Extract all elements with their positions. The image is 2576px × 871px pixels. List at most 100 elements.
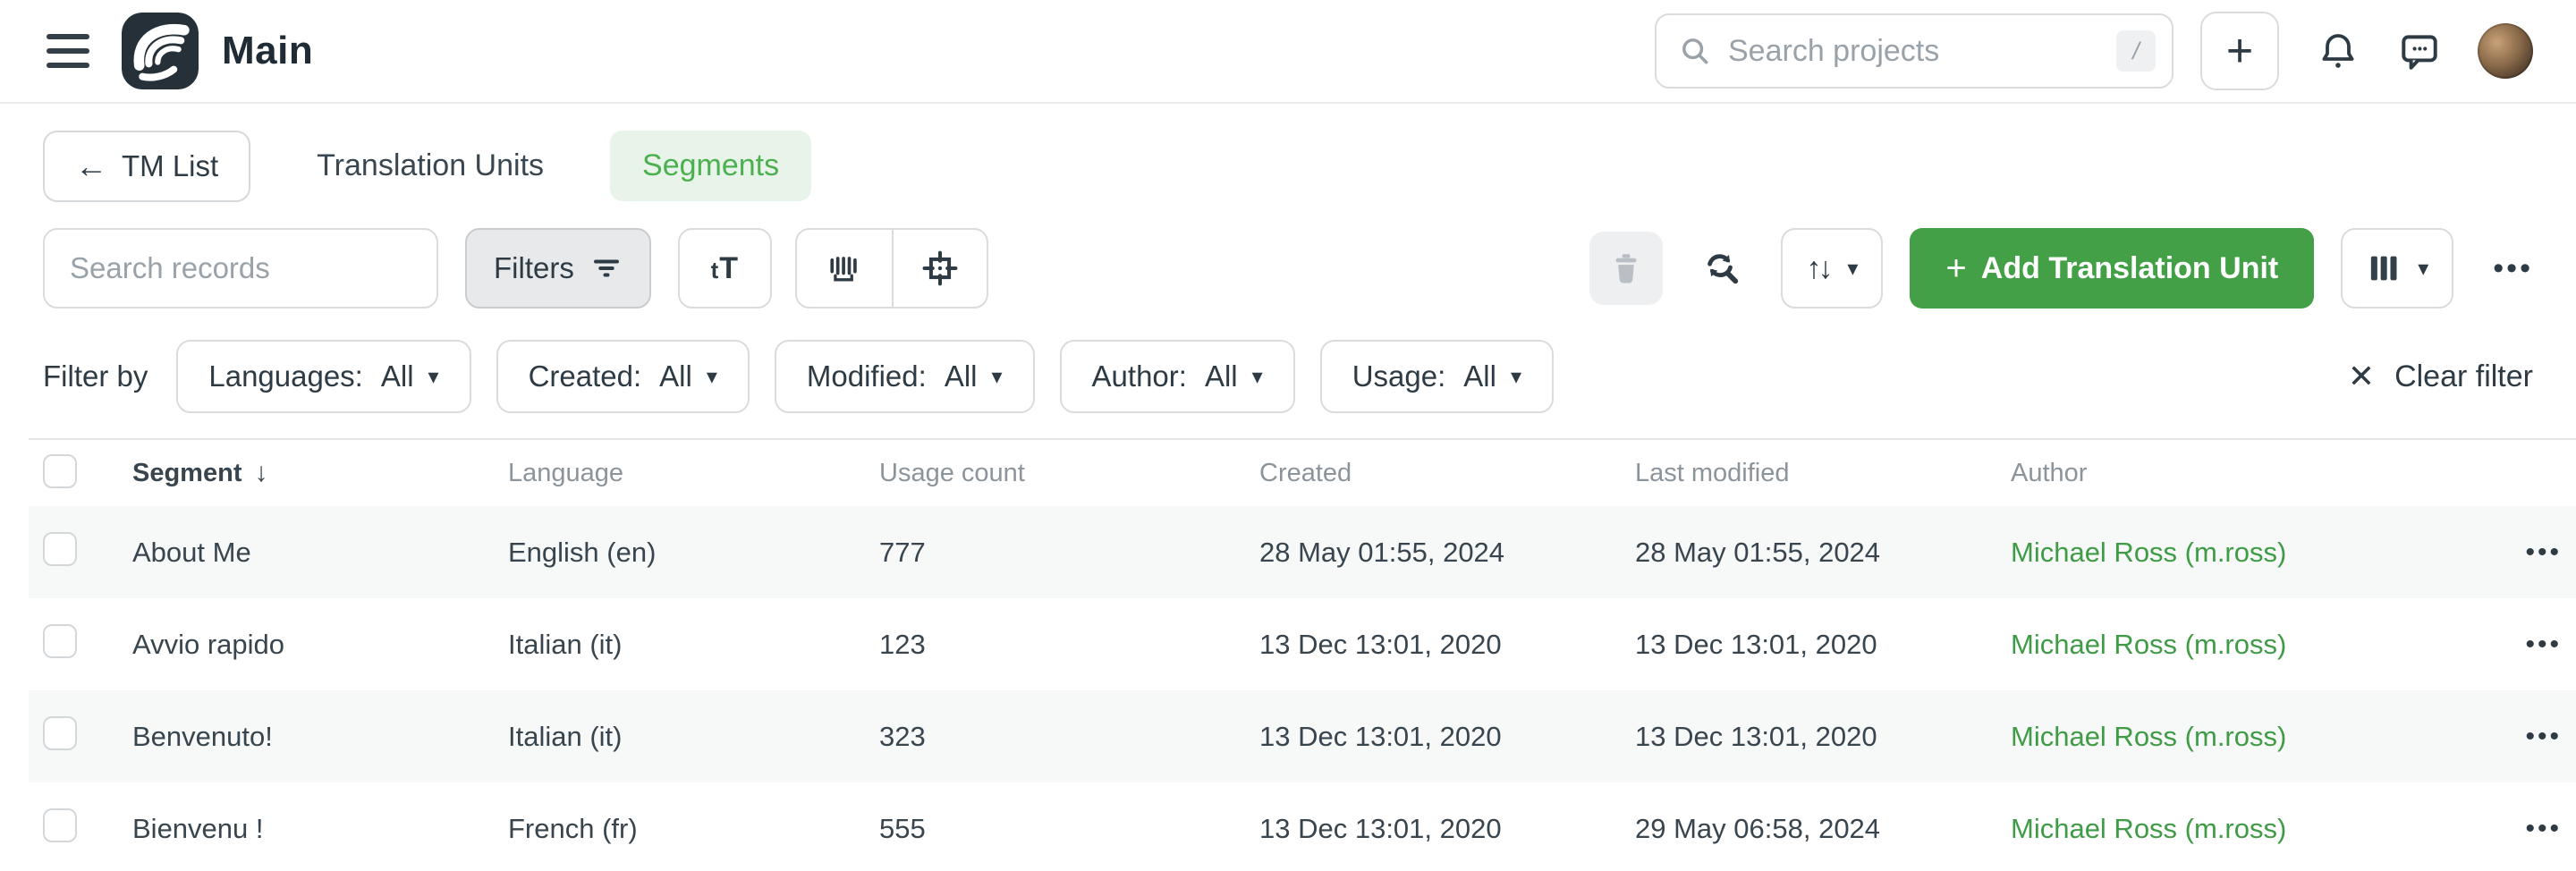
- cell-last-modified: 29 May 06:58, 2024: [1635, 813, 2011, 845]
- author-link[interactable]: Michael Ross (m.ross): [2011, 813, 2286, 844]
- user-avatar[interactable]: [2478, 23, 2533, 79]
- column-header-last-modified[interactable]: Last modified: [1635, 459, 2011, 488]
- filter-name: Modified:: [807, 359, 927, 393]
- cell-created: 13 Dec 13:01, 2020: [1259, 629, 1635, 661]
- breadcrumb-tabs-row: ← TM List Translation Units Segments: [0, 104, 2576, 228]
- columns-icon: [2366, 250, 2402, 286]
- add-translation-unit-button[interactable]: + Add Translation Unit: [1910, 228, 2314, 309]
- clear-filter-button[interactable]: ✕ Clear filter: [2348, 358, 2533, 395]
- hamburger-menu-icon[interactable]: [43, 31, 93, 71]
- delete-button[interactable]: [1589, 232, 1663, 305]
- filter-usage-dropdown[interactable]: Usage: All ▾: [1320, 340, 1554, 413]
- search-projects-box: /: [1655, 13, 2174, 89]
- table-header-row: Segment ↓ Language Usage count Created L…: [29, 440, 2576, 506]
- search-records-box: [43, 228, 438, 309]
- filter-value: All: [659, 359, 692, 393]
- row-more-icon[interactable]: •••: [2481, 630, 2562, 660]
- toolbar-more-icon[interactable]: •••: [2493, 251, 2533, 286]
- row-checkbox[interactable]: [43, 532, 77, 566]
- page-title: Main: [222, 29, 313, 73]
- table-row[interactable]: Benvenuto! Italian (it) 323 13 Dec 13:01…: [29, 690, 2576, 782]
- toolbar: Filters tT: [0, 228, 2576, 309]
- cell-language: Italian (it): [508, 721, 879, 753]
- row-more-icon[interactable]: •••: [2481, 537, 2562, 568]
- chevron-down-icon: ▾: [707, 364, 717, 390]
- sort-descending-icon: ↓: [254, 458, 267, 488]
- filter-created-dropdown[interactable]: Created: All ▾: [496, 340, 750, 413]
- filter-lines-icon: [590, 252, 623, 284]
- cell-segment: About Me: [132, 537, 508, 569]
- search-records-input[interactable]: [70, 251, 411, 285]
- filter-name: Created:: [529, 359, 642, 393]
- filters-button[interactable]: Filters: [465, 228, 651, 309]
- table-row[interactable]: Avvio rapido Italian (it) 123 13 Dec 13:…: [29, 598, 2576, 690]
- top-bar: Main / +: [0, 0, 2576, 104]
- cell-created: 13 Dec 13:01, 2020: [1259, 813, 1635, 845]
- column-header-language[interactable]: Language: [508, 459, 879, 488]
- back-to-tm-list-button[interactable]: ← TM List: [43, 131, 250, 202]
- row-more-icon[interactable]: •••: [2481, 722, 2562, 752]
- author-link[interactable]: Michael Ross (m.ross): [2011, 721, 2286, 752]
- filter-bar: Filter by Languages: All ▾ Created: All …: [0, 340, 2576, 413]
- chevron-down-icon: ▾: [428, 364, 439, 390]
- filter-name: Author:: [1092, 359, 1187, 393]
- cell-last-modified: 28 May 01:55, 2024: [1635, 537, 2011, 569]
- column-header-created[interactable]: Created: [1259, 459, 1635, 488]
- author-link[interactable]: Michael Ross (m.ross): [2011, 537, 2286, 568]
- table-body: About Me English (en) 777 28 May 01:55, …: [29, 506, 2576, 871]
- cell-usage-count: 323: [879, 721, 1259, 753]
- column-header-segment[interactable]: Segment ↓: [132, 458, 508, 488]
- search-and-replace-button[interactable]: [1700, 248, 1741, 289]
- plus-icon: +: [1945, 250, 1966, 286]
- filters-button-label: Filters: [494, 251, 574, 285]
- whitespace-characters-toggle-button[interactable]: [797, 230, 892, 307]
- text-case-toggle-button[interactable]: tT: [678, 228, 772, 309]
- notifications-bell-icon[interactable]: [2317, 30, 2360, 72]
- chevron-down-icon: ▾: [2418, 256, 2428, 282]
- chevron-down-icon: ▾: [1847, 256, 1858, 282]
- chat-messages-icon[interactable]: [2397, 29, 2442, 73]
- cell-language: English (en): [508, 537, 879, 569]
- columns-button[interactable]: ▾: [2341, 228, 2453, 309]
- keyboard-shortcut-badge: /: [2116, 30, 2156, 72]
- cell-usage-count: 555: [879, 813, 1259, 845]
- author-link[interactable]: Michael Ross (m.ross): [2011, 629, 2286, 660]
- create-new-button[interactable]: +: [2200, 12, 2279, 90]
- segment-frame-icon: [920, 249, 960, 288]
- app-logo: [122, 13, 199, 89]
- cell-last-modified: 13 Dec 13:01, 2020: [1635, 629, 2011, 661]
- tab-translation-units[interactable]: Translation Units: [308, 131, 553, 201]
- trash-icon: [1607, 249, 1645, 287]
- chevron-down-icon: ▾: [1252, 364, 1263, 390]
- whitespace-characters-icon: [825, 249, 864, 288]
- select-all-checkbox[interactable]: [43, 454, 77, 488]
- cell-segment: Bienvenu !: [132, 813, 508, 845]
- column-header-usage-count[interactable]: Usage count: [879, 459, 1259, 488]
- cell-created: 13 Dec 13:01, 2020: [1259, 721, 1635, 753]
- back-button-label: TM List: [122, 149, 218, 183]
- filter-name: Usage:: [1352, 359, 1446, 393]
- add-translation-unit-label: Add Translation Unit: [1981, 251, 2278, 286]
- filter-languages-dropdown[interactable]: Languages: All ▾: [176, 340, 470, 413]
- back-arrow-icon: ←: [75, 150, 107, 182]
- segment-markers-toggle-button[interactable]: [892, 230, 987, 307]
- row-checkbox[interactable]: [43, 808, 77, 842]
- sort-button[interactable]: ↑↓ ▾: [1781, 228, 1883, 309]
- chevron-down-icon: ▾: [992, 364, 1003, 390]
- filter-modified-dropdown[interactable]: Modified: All ▾: [775, 340, 1035, 413]
- search-projects-input[interactable]: [1728, 34, 2116, 69]
- search-icon: [1678, 34, 1712, 68]
- row-checkbox[interactable]: [43, 624, 77, 658]
- table-row[interactable]: About Me English (en) 777 28 May 01:55, …: [29, 506, 2576, 598]
- row-checkbox[interactable]: [43, 716, 77, 750]
- row-more-icon[interactable]: •••: [2481, 814, 2562, 844]
- filter-author-dropdown[interactable]: Author: All ▾: [1060, 340, 1295, 413]
- tab-segments[interactable]: Segments: [610, 131, 811, 201]
- table-row[interactable]: Bienvenu ! French (fr) 555 13 Dec 13:01,…: [29, 782, 2576, 871]
- close-icon: ✕: [2348, 358, 2375, 395]
- clear-filter-label: Clear filter: [2394, 359, 2533, 394]
- cell-created: 28 May 01:55, 2024: [1259, 537, 1635, 569]
- column-header-author[interactable]: Author: [2011, 459, 2481, 488]
- cell-usage-count: 777: [879, 537, 1259, 569]
- filter-value: All: [381, 359, 414, 393]
